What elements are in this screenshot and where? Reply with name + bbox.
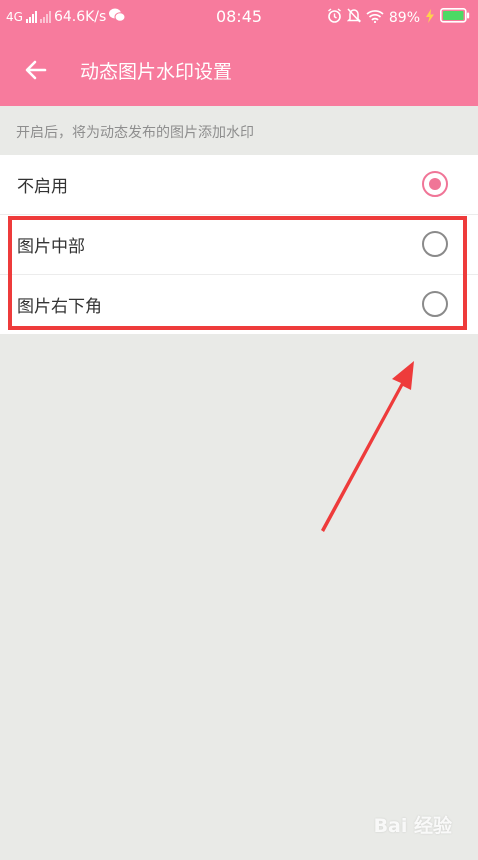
option-label: 图片中部 [17, 237, 85, 257]
arrow-left-icon [25, 60, 47, 80]
option-label: 不启用 [17, 177, 68, 197]
status-right: 89% [327, 8, 470, 27]
option-bottom-right[interactable]: 图片右下角 [0, 275, 478, 334]
radio-button[interactable] [422, 171, 448, 197]
option-disabled[interactable]: 不启用 [0, 155, 478, 215]
option-label: 图片右下角 [17, 297, 102, 317]
watermark-options-list: 不启用 图片中部 图片右下角 [0, 155, 478, 334]
option-center[interactable]: 图片中部 [0, 215, 478, 275]
battery-percent: 89% [388, 9, 420, 26]
watermark-logo: Bai 经验 [373, 815, 452, 837]
back-button[interactable] [14, 52, 58, 88]
mute-icon [346, 8, 362, 27]
status-bar: 4G 64.6K/s 08:45 89% [0, 0, 478, 34]
charging-icon [425, 8, 435, 27]
page-title: 动态图片水印设置 [80, 61, 233, 83]
radio-button[interactable] [422, 291, 448, 317]
description-text: 开启后，将为动态发布的图片添加水印 [16, 125, 254, 141]
wifi-icon [366, 9, 384, 27]
alarm-icon [327, 8, 342, 27]
battery-icon [440, 8, 470, 27]
app-header: 动态图片水印设置 [0, 34, 478, 106]
radio-button[interactable] [422, 231, 448, 257]
